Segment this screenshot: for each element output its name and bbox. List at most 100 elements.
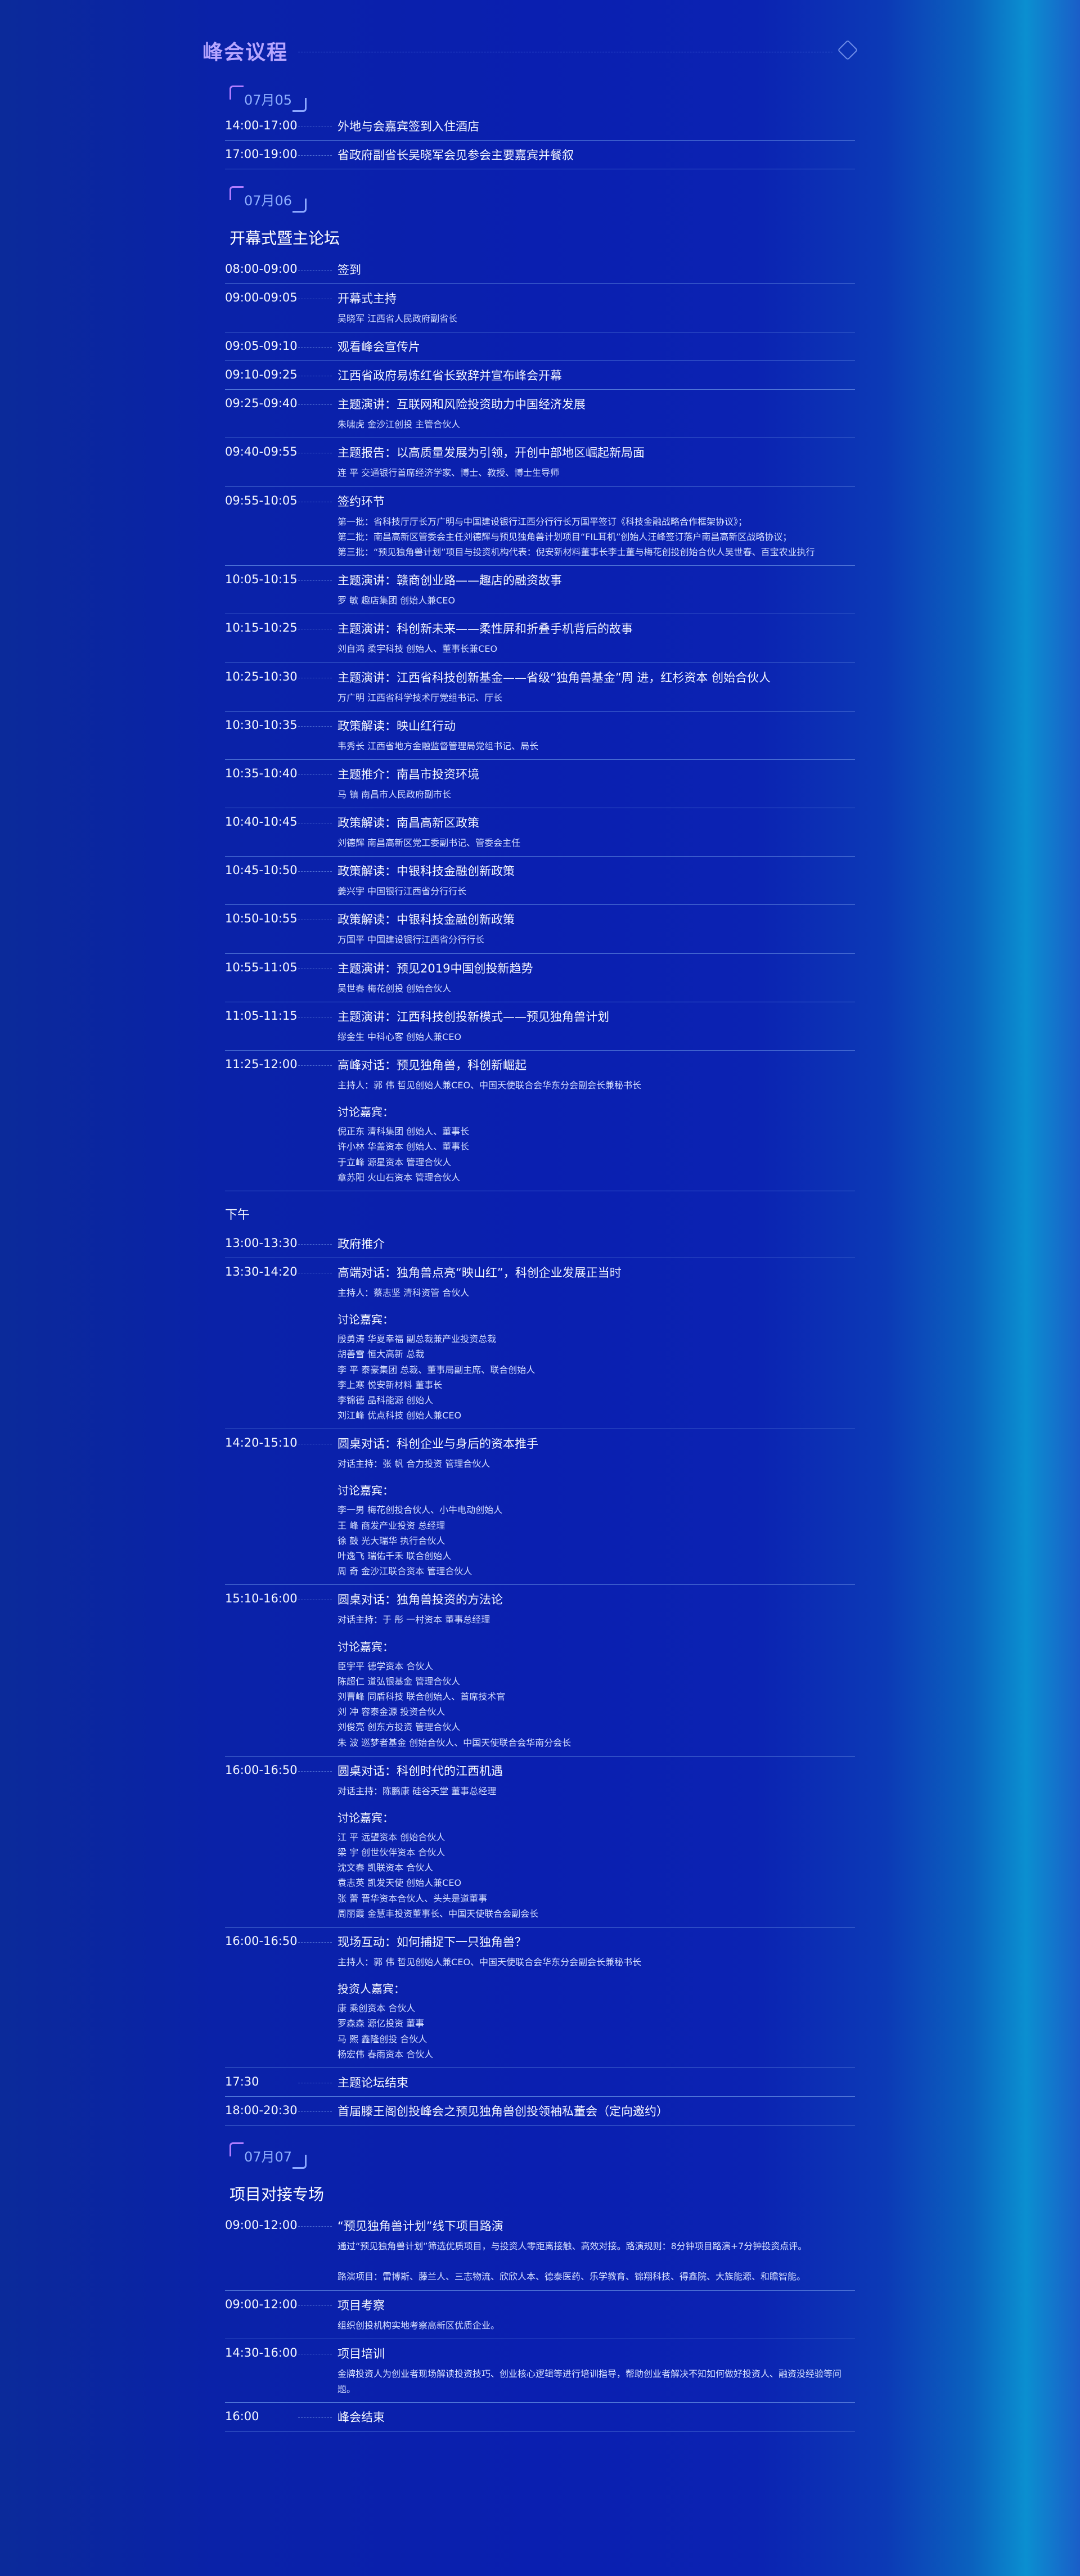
time-slot: 08:00-09:00 — [225, 262, 298, 276]
guest-name: 殷勇涛 华夏幸福 副总裁兼产业投资总裁 — [338, 1334, 497, 1345]
time-slot: 14:30-16:00 — [225, 2345, 298, 2359]
agenda-details: 主持人：蔡志坚 清科资管 合伙人 — [338, 1285, 855, 1300]
agenda-title: 主题演讲：赣商创业路——趣店的融资故事 — [338, 574, 562, 588]
guest-name: 梁 宇 创世伙伴资本 合伙人 — [338, 1847, 446, 1858]
agenda-row: 10:50-10:55 政策解读：中银科技金融创新政策 万国平 中国建设银行江西省分… — [225, 905, 855, 954]
detail-line: 罗 敏 趣店集团 创始人兼CEO — [338, 595, 456, 606]
diamond-icon — [837, 39, 858, 61]
agenda-title: 政策解读：南昌高新区政策 — [338, 816, 479, 830]
agenda-details: 对话主持：于 彤 一村资本 董事总经理 — [338, 1612, 855, 1627]
time-slot: 09:05-09:10 — [225, 339, 298, 353]
guest-name: 李锦德 晶科能源 创始人 — [338, 1394, 434, 1406]
guest-name: 周 奇 金沙江联合资本 管理合伙人 — [338, 1566, 472, 1577]
agenda-item: 主题演讲：江西科技创投新模式——预见独角兽计划 缪金生 中科心客 创始人兼CEO — [338, 1008, 855, 1044]
guests-label: 讨论嘉宾： — [338, 1811, 394, 1825]
agenda-details: 刘德辉 南昌高新区党工委副书记、管委会主任 — [338, 835, 855, 850]
time-slot: 17:00-19:00 — [225, 147, 298, 161]
detail-line: 刘自鸿 柔宇科技 创始人、董事长兼CEO — [338, 643, 498, 655]
agenda-title: 主题演讲：预见2019中国创投新趋势 — [338, 961, 533, 975]
time-slot: 16:00-16:50 — [225, 1934, 298, 1948]
time-connector — [298, 726, 332, 727]
time-slot: 13:30-14:20 — [225, 1264, 298, 1278]
date-badge: 07月05 — [230, 85, 307, 112]
agenda-details: 吴世春 梅花创投 创始合伙人 — [338, 981, 855, 996]
guest-name: 于立峰 源星资本 管理合伙人 — [338, 1156, 452, 1168]
agenda-row: 18:00-20:30 首届滕王阁创投峰会之预见独角兽创投领袖私董会（定向邀约） — [225, 2097, 855, 2125]
date-badge: 07月06 — [230, 186, 307, 213]
time-slot: 18:00-20:30 — [225, 2103, 298, 2117]
detail-line: 吴世春 梅花创投 创始合伙人 — [338, 983, 452, 994]
agenda-details: 连 平 交通银行首席经济学家、博士、教授、博士生导师 — [338, 465, 855, 480]
time-slot: 11:05-11:15 — [225, 1008, 298, 1023]
time-slot: 10:25-10:30 — [225, 669, 298, 683]
agenda-title: 观看峰会宣传片 — [338, 340, 420, 354]
time-slot: 10:35-10:40 — [225, 766, 298, 780]
agenda-item: 省政府副省长吴晓军会见参会主要嘉宾并餐叙 — [338, 146, 855, 163]
agenda-title: 政府推介 — [338, 1237, 385, 1251]
time-connector — [298, 404, 332, 406]
agenda-item: 主题演讲：江西省科技创新基金——省级“独角兽基金”周 进，红杉资本 创始合伙人万… — [338, 669, 855, 705]
guest-name: 胡善雪 恒大高新 总裁 — [338, 1349, 425, 1360]
time-connector — [298, 2305, 332, 2306]
agenda-title: 江西省政府易炼红省长致辞并宣布峰会开幕 — [338, 369, 562, 383]
agenda-title: 主题演讲：科创新未来——柔性屏和折叠手机背后的故事 — [338, 622, 633, 636]
guests-label: 讨论嘉宾： — [338, 1484, 394, 1498]
agenda-item: 开幕式主持 吴晓军 江西省人民政府副省长 — [338, 290, 855, 326]
agenda-title: 政策解读：映山红行动 — [338, 719, 456, 733]
guest-name: 倪正东 清科集团 创始人、董事长 — [338, 1126, 470, 1137]
agenda-row: 17:30 主题论坛结束 — [225, 2068, 855, 2097]
agenda-row: 09:00-12:00 “预见独角兽计划”线下项目路演 通过“预见独角兽计划”筛选优… — [225, 2212, 855, 2291]
time-connector — [298, 1244, 332, 1245]
time-connector — [298, 1065, 332, 1066]
agenda-details: 朱啸虎 金沙江创投 主管合伙人 — [338, 417, 855, 432]
guest-name: 马 熙 鑫隆创投 合伙人 — [338, 2033, 428, 2044]
section-title: 项目对接专场 — [230, 2185, 325, 2204]
agenda-item: 圆桌对话：独角兽投资的方法论 对话主持：于 彤 一村资本 董事总经理 讨论嘉宾： 臣宇… — [338, 1591, 855, 1750]
agenda-details: 对话主持：陈鹏康 硅谷天堂 董事总经理 — [338, 1784, 855, 1799]
agenda-title: 主题论坛结束 — [338, 2075, 408, 2089]
agenda-item: 签约环节 第一批：省科技厅厅长万广明与中国建设银行江西分行行长万国平签订《科技金融… — [338, 493, 855, 560]
agenda-row: 10:15-10:25 主题演讲：科创新未来——柔性屏和折叠手机背后的故事 刘自鸿 … — [225, 614, 855, 663]
agenda-title: 主题演讲：江西科技创投新模式——预见独角兽计划 — [338, 1010, 609, 1024]
agenda-title: 高端对话：独角兽点亮“映山红”，科创企业发展正当时 — [338, 1266, 622, 1280]
day-block: 07月06 开幕式暨主论坛 08:00-09:00 签到 09:00-09:05 开幕式主… — [225, 186, 855, 2125]
agenda-row: 09:05-09:10 观看峰会宣传片 — [225, 332, 855, 362]
detail-line: 对话主持：张 帆 合力投资 管理合伙人 — [338, 1458, 490, 1470]
guest-name: 李一男 梅花创投合伙人、小牛电动创始人 — [338, 1505, 503, 1516]
guest-name: 许小林 华盖资本 创始人、董事长 — [338, 1141, 470, 1152]
time-slot: 09:00-12:00 — [225, 2297, 298, 2311]
agenda-row: 11:25-12:00 高峰对话：预见独角兽，科创新崛起 主持人：郭 伟 哲见创始人… — [225, 1051, 855, 1191]
agenda-details: 万广明 江西省科学技术厅党组书记、厅长 — [338, 690, 855, 705]
guest-name: 江 平 远望资本 创始合伙人 — [338, 1831, 446, 1843]
agenda-title: 省政府副省长吴晓军会见参会主要嘉宾并餐叙 — [338, 148, 574, 162]
guest-name: 张 蕾 晋华资本合伙人、头头是道董事 — [338, 1893, 488, 1904]
day-block: 07月05 14:00-17:00 外地与会嘉宾签到入住酒店 17:00-19:00 省… — [225, 85, 855, 169]
afternoon-label: 下午 — [225, 1208, 250, 1222]
guests-label: 讨论嘉宾： — [338, 1105, 394, 1119]
guest-name: 刘曹峰 同盾科技 联合创始人、首席技术官 — [338, 1691, 506, 1702]
agenda-item: 江西省政府易炼红省长致辞并宣布峰会开幕 — [338, 367, 855, 384]
guest-name: 李 平 泰豪集团 总裁、董事局副主席、联合创始人 — [338, 1364, 536, 1375]
agenda-row: 10:35-10:40 主题推介：南昌市投资环境马 镇 南昌市人民政府副市长 — [225, 760, 855, 809]
agenda-row: 14:00-17:00 外地与会嘉宾签到入住酒店 — [225, 112, 855, 141]
agenda-title: 项目培训 — [338, 2347, 385, 2361]
agenda-item: 外地与会嘉宾签到入住酒店 — [338, 118, 855, 134]
agenda-details: 主持人：郭 伟 哲见创始人兼CEO、中国天使联合会华东分会副会长兼秘书长 — [338, 1954, 855, 1970]
agenda-row: 09:00-09:05 开幕式主持 吴晓军 江西省人民政府副省长 — [225, 284, 855, 333]
agenda-title: 政策解读：中银科技金融创新政策 — [338, 864, 515, 879]
time-slot: 09:00-12:00 — [225, 2218, 298, 2232]
agenda-details: 姜兴宇 中国银行江西省分行行长 — [338, 884, 855, 899]
section-title: 开幕式暨主论坛 — [230, 229, 340, 247]
agenda-item: 现场互动：如何捕捉下一只独角兽？ 主持人：郭 伟 哲见创始人兼CEO、中国天使联合… — [338, 1933, 855, 2062]
detail-line: 刘德辉 南昌高新区党工委副书记、管委会主任 — [338, 837, 521, 849]
detail-line — [338, 2254, 855, 2269]
time-connector — [298, 2417, 332, 2419]
agenda-details: 第一批：省科技厅厅长万广明与中国建设银行江西分行行长万国平签订《科技金融战略合作… — [338, 514, 855, 560]
time-slot: 09:25-09:40 — [225, 397, 298, 411]
agenda-title: 开幕式主持 — [338, 292, 397, 305]
agenda-row: 14:20-15:10 圆桌对话：科创企业与身后的资本推手 对话主持：张 帆 合力投… — [225, 1429, 855, 1586]
agenda-item: 政策解读：中银科技金融创新政策 万国平 中国建设银行江西省分行行长 — [338, 911, 855, 947]
time-connector — [298, 155, 332, 156]
detail-line: 马 镇 南昌市人民政府副市长 — [338, 789, 452, 800]
detail-line: 金牌投资人为创业者现场解读投资技巧、创业核心逻辑等进行培训指导，帮助创业者解决不… — [338, 2368, 842, 2394]
